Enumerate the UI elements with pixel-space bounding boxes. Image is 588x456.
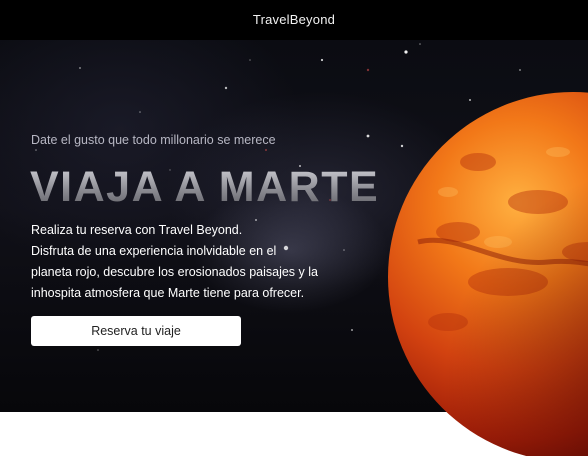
hero-content: Date el gusto que todo millonario se mer… (0, 0, 588, 456)
description-line: inhospita atmosfera que Marte tiene para… (31, 286, 305, 300)
hero-description: Realiza tu reserva con Travel Beyond. Di… (31, 220, 331, 304)
hero-tagline: Date el gusto que todo millonario se mer… (31, 133, 276, 147)
description-line: Realiza tu reserva con Travel Beyond. (31, 223, 243, 237)
book-trip-button[interactable]: Reserva tu viaje (31, 316, 241, 346)
description-line: Disfruta de una experiencia inolvidable … (31, 244, 277, 258)
description-line: planeta rojo, descubre los erosionados p… (31, 265, 318, 279)
hero-headline: VIAJA A MARTE (30, 163, 380, 211)
landing-page: TravelBeyond Date el gusto que todo mill… (0, 0, 588, 456)
